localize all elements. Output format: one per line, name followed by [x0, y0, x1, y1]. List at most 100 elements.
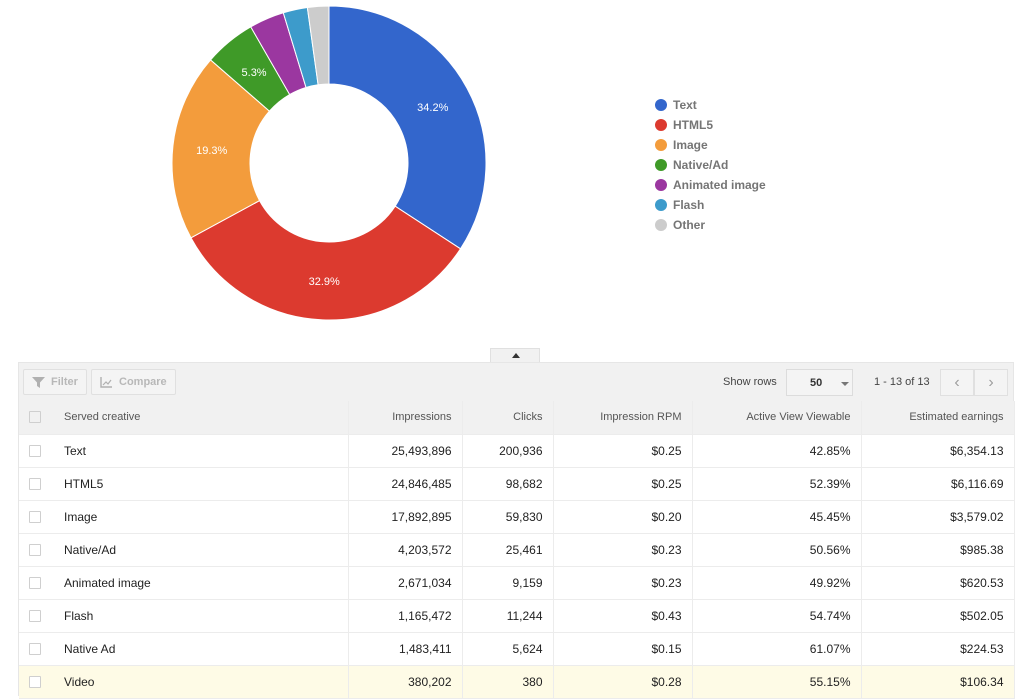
column-header-served-creative[interactable]: Served creative	[53, 401, 349, 435]
cell-name: HTML5	[53, 467, 349, 501]
table-row[interactable]: Native Ad 1,483,411 5,624 $0.15 61.07% $224.5…	[19, 632, 1015, 666]
cell-active-view-viewable: 54.74%	[692, 599, 862, 633]
table-row[interactable]: Video 380,202 380 $0.28 55.15% $106.34	[19, 665, 1015, 699]
select-all-cell	[19, 401, 53, 435]
cell-impression-rpm: $0.25	[553, 434, 693, 468]
cell-impression-rpm: $0.23	[553, 533, 693, 567]
cell-name: Image	[53, 500, 349, 534]
cell-active-view-viewable: 55.15%	[692, 665, 862, 699]
cell-active-view-viewable: 45.45%	[692, 500, 862, 534]
legend-swatch-icon	[655, 199, 667, 211]
column-header-impression-rpm[interactable]: Impression RPM	[553, 401, 693, 435]
row-checkbox[interactable]	[29, 478, 41, 491]
table-row[interactable]: HTML5 24,846,485 98,682 $0.25 52.39% $6,116.6…	[19, 467, 1015, 501]
cell-active-view-viewable: 50.56%	[692, 533, 862, 567]
cell-impressions: 17,892,895	[348, 500, 463, 534]
legend-item[interactable]: Text	[655, 95, 766, 115]
cell-impressions: 4,203,572	[348, 533, 463, 567]
show-rows-label: Show rows	[723, 376, 777, 388]
filter-label: Filter	[51, 376, 78, 388]
column-header-clicks[interactable]: Clicks	[462, 401, 554, 435]
row-checkbox[interactable]	[29, 511, 41, 524]
cell-clicks: 25,461	[462, 533, 554, 567]
legend-swatch-icon	[655, 119, 667, 131]
column-header-estimated-earnings[interactable]: Estimated earnings	[861, 401, 1015, 435]
legend-item[interactable]: Animated image	[655, 175, 766, 195]
cell-active-view-viewable: 52.39%	[692, 467, 862, 501]
rows-per-page-select[interactable]: 50	[786, 369, 853, 396]
row-select-cell	[19, 665, 53, 699]
cell-name: Text	[53, 434, 349, 468]
row-checkbox[interactable]	[29, 643, 41, 656]
legend-item[interactable]: HTML5	[655, 115, 766, 135]
legend-label: Text	[673, 98, 697, 112]
cell-estimated-earnings: $3,579.02	[861, 500, 1015, 534]
cell-estimated-earnings: $985.38	[861, 533, 1015, 567]
row-checkbox[interactable]	[29, 577, 41, 590]
cell-clicks: 9,159	[462, 566, 554, 600]
donut-chart: 34.2% 32.9% 19.3% 5.3%	[171, 5, 487, 321]
row-select-cell	[19, 434, 53, 468]
legend-item[interactable]: Flash	[655, 195, 766, 215]
cell-estimated-earnings: $6,354.13	[861, 434, 1015, 468]
cell-name: Native Ad	[53, 632, 349, 666]
legend-item[interactable]: Native/Ad	[655, 155, 766, 175]
column-header-impressions[interactable]: Impressions	[348, 401, 463, 435]
cell-impression-rpm: $0.23	[553, 566, 693, 600]
slice-data-label: 19.3%	[196, 145, 227, 157]
row-select-cell	[19, 500, 53, 534]
row-select-cell	[19, 566, 53, 600]
cell-impression-rpm: $0.43	[553, 599, 693, 633]
filter-icon	[32, 376, 45, 388]
legend-item[interactable]: Other	[655, 215, 766, 235]
cell-estimated-earnings: $224.53	[861, 632, 1015, 666]
slice-data-label: 32.9%	[309, 276, 340, 288]
pie-slice-text[interactable]	[328, 5, 487, 250]
table-row[interactable]: Native/Ad 4,203,572 25,461 $0.23 50.56% $985.…	[19, 533, 1015, 567]
legend-label: Other	[673, 218, 706, 232]
row-checkbox[interactable]	[29, 445, 41, 458]
pagination-range: 1 - 13 of 13	[874, 376, 930, 388]
caret-up-icon	[512, 353, 520, 358]
next-page-button[interactable]: ›	[974, 369, 1008, 396]
cell-clicks: 11,244	[462, 599, 554, 633]
table-row[interactable]: Text 25,493,896 200,936 $0.25 42.85% $6,354.1…	[19, 434, 1015, 468]
table-row[interactable]: Image 17,892,895 59,830 $0.20 45.45% $3,579.0…	[19, 500, 1015, 534]
cell-impressions: 24,846,485	[348, 467, 463, 501]
cell-impressions: 380,202	[348, 665, 463, 699]
row-checkbox[interactable]	[29, 610, 41, 623]
cell-estimated-earnings: $502.05	[861, 599, 1015, 633]
table-row[interactable]: Flash 1,165,472 11,244 $0.43 54.74% $502.05	[19, 599, 1015, 633]
table-toolbar: Filter Compare Show rows 50 1 - 13 of 13…	[19, 363, 1013, 401]
select-all-checkbox[interactable]	[29, 411, 41, 424]
column-header-active-view-viewable[interactable]: Active View Viewable	[692, 401, 862, 435]
legend-label: Flash	[673, 198, 705, 212]
legend-label: Image	[673, 138, 708, 152]
compare-button[interactable]: Compare	[91, 369, 176, 395]
row-select-cell	[19, 533, 53, 567]
collapse-chart-toggle[interactable]	[490, 348, 540, 362]
rows-per-page-value: 50	[810, 377, 823, 389]
row-select-cell	[19, 632, 53, 666]
cell-impression-rpm: $0.28	[553, 665, 693, 699]
legend-item[interactable]: Image	[655, 135, 766, 155]
legend-label: Native/Ad	[673, 158, 729, 172]
cell-name: Video	[53, 665, 349, 699]
slice-data-label: 34.2%	[417, 102, 448, 114]
slice-data-label: 5.3%	[242, 67, 267, 79]
cell-estimated-earnings: $106.34	[861, 665, 1015, 699]
row-checkbox[interactable]	[29, 676, 41, 689]
cell-impressions: 2,671,034	[348, 566, 463, 600]
cell-active-view-viewable: 49.92%	[692, 566, 862, 600]
legend-swatch-icon	[655, 159, 667, 171]
cell-estimated-earnings: $6,116.69	[861, 467, 1015, 501]
filter-button[interactable]: Filter	[23, 369, 87, 395]
row-checkbox[interactable]	[29, 544, 41, 557]
row-select-cell	[19, 467, 53, 501]
previous-page-button[interactable]: ‹	[940, 369, 974, 396]
cell-clicks: 380	[462, 665, 554, 699]
legend-swatch-icon	[655, 219, 667, 231]
table-row[interactable]: Animated image 2,671,034 9,159 $0.23 49.92% $…	[19, 566, 1015, 600]
cell-active-view-viewable: 42.85%	[692, 434, 862, 468]
cell-impressions: 1,165,472	[348, 599, 463, 633]
